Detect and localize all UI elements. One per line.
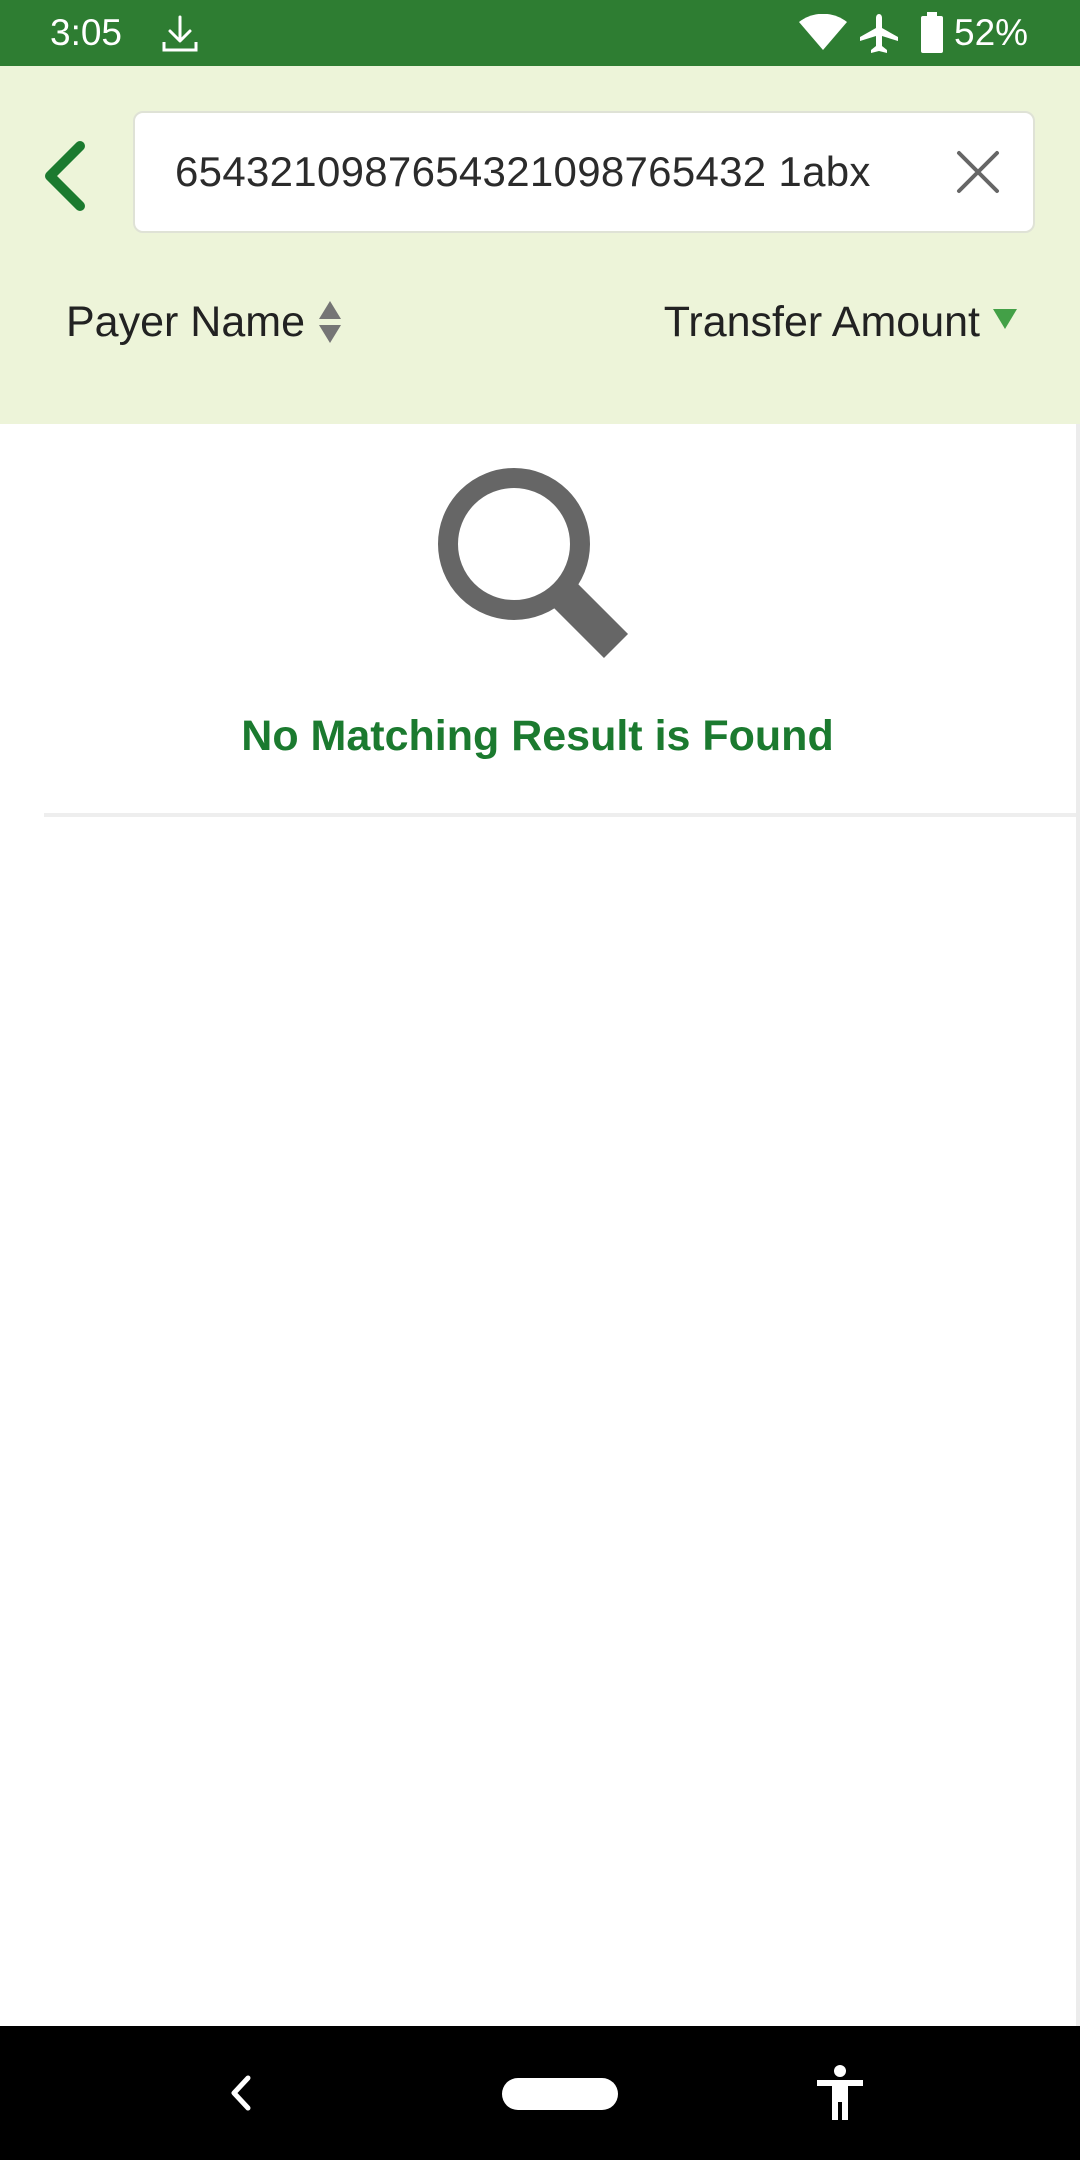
download-icon (162, 15, 198, 52)
payer-name-label: Payer Name (66, 297, 305, 346)
sort-descending-icon (993, 309, 1017, 329)
sort-updown-icon (318, 301, 341, 343)
battery-icon (921, 12, 943, 53)
screen: 3:05 52% Payer Name (0, 0, 1080, 2160)
airplane-icon (860, 14, 898, 53)
search-icon (438, 468, 629, 659)
scroll-edge (1076, 424, 1080, 2026)
sort-by-transfer-amount[interactable]: Transfer Amount (664, 290, 1018, 354)
search-box (133, 111, 1035, 233)
status-time: 3:05 (50, 12, 123, 53)
sort-by-payer-name[interactable]: Payer Name (66, 290, 343, 354)
search-header: Payer Name Transfer Amount (0, 66, 1080, 424)
nav-home-button[interactable] (502, 2078, 618, 2110)
clear-search-icon[interactable] (953, 147, 1003, 197)
wifi-icon (799, 14, 847, 50)
divider (44, 813, 1080, 817)
status-bar: 3:05 52% (0, 0, 1080, 66)
no-results-message: No Matching Result is Found (241, 712, 834, 760)
search-input[interactable] (175, 113, 935, 231)
navigation-bar (0, 2026, 1080, 2160)
transfer-amount-label: Transfer Amount (663, 297, 980, 346)
battery-percentage: 52% (954, 12, 1029, 53)
nav-back-icon[interactable] (222, 2068, 258, 2118)
back-arrow-icon[interactable] (36, 138, 96, 214)
accessibility-icon[interactable] (814, 2064, 866, 2122)
